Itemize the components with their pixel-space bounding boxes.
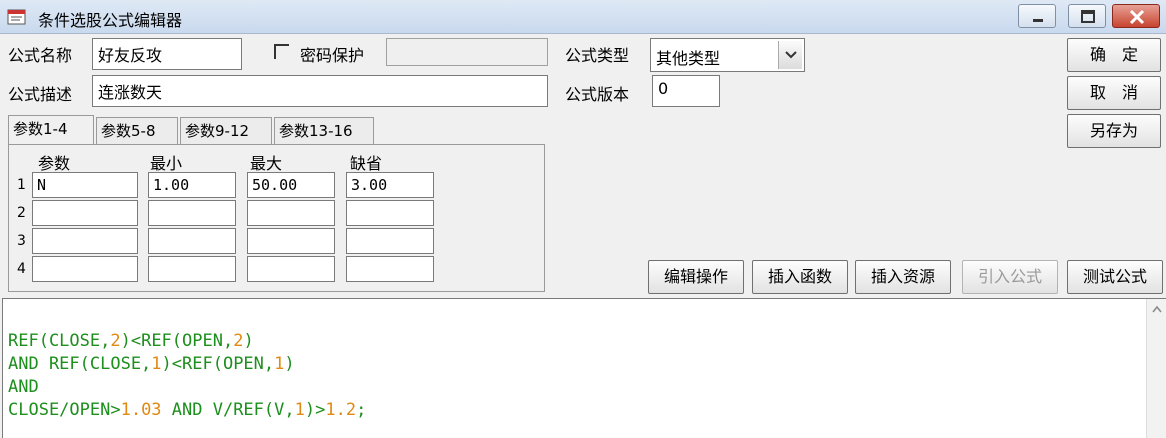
formula-name-input[interactable]: 好友反攻 <box>92 38 242 70</box>
param-header-min: 最小 <box>150 154 183 173</box>
tab-params-13-16[interactable]: 参数13-16 <box>274 117 374 145</box>
param-name-input[interactable] <box>32 200 138 226</box>
formula-type-value: 其他类型 <box>656 49 721 68</box>
param-min-input[interactable] <box>148 228 236 254</box>
tab-params-5-8[interactable]: 参数5-8 <box>96 117 178 145</box>
param-default-input[interactable]: 3.00 <box>346 172 434 198</box>
title-bar: 条件选股公式编辑器 <box>0 0 1166 34</box>
param-max-input[interactable] <box>247 200 335 226</box>
param-header-max: 最大 <box>250 154 283 173</box>
cancel-button[interactable]: 取 消 <box>1067 76 1161 110</box>
import-formula-button[interactable]: 引入公式 <box>962 260 1058 294</box>
param-default-input[interactable] <box>346 228 434 254</box>
close-icon <box>1129 9 1145 25</box>
formula-version-label: 公式版本 <box>565 85 630 104</box>
param-max-input[interactable] <box>247 256 335 282</box>
password-input[interactable] <box>386 38 548 66</box>
edit-operation-button[interactable]: 编辑操作 <box>648 260 744 294</box>
formula-desc-label: 公式描述 <box>8 85 73 104</box>
minimize-icon <box>1033 19 1043 22</box>
code-line: CLOSE/OPEN>1.03 AND V/REF(V,1)>1.2; <box>8 400 367 420</box>
password-label: 密码保护 <box>300 46 365 65</box>
param-min-input[interactable] <box>148 200 236 226</box>
window-title: 条件选股公式编辑器 <box>38 11 183 30</box>
code-line: AND <box>8 377 39 397</box>
save-as-button[interactable]: 另存为 <box>1067 114 1161 148</box>
scroll-up-icon <box>1152 305 1162 313</box>
param-name-input[interactable] <box>32 256 138 282</box>
editor-scrollbar[interactable] <box>1146 299 1166 438</box>
maximize-icon <box>1081 10 1095 23</box>
formula-desc-input[interactable]: 连涨数天 <box>92 75 548 107</box>
param-name-input[interactable]: N <box>32 172 138 198</box>
param-max-input[interactable] <box>247 228 335 254</box>
formula-name-label: 公式名称 <box>8 46 73 65</box>
insert-function-button[interactable]: 插入函数 <box>752 260 848 294</box>
param-row-number: 4 <box>17 261 26 277</box>
param-min-input[interactable] <box>148 256 236 282</box>
param-row-number: 2 <box>17 205 26 221</box>
password-checkbox[interactable] <box>274 44 290 60</box>
close-button[interactable] <box>1112 4 1160 28</box>
param-max-input[interactable]: 50.00 <box>247 172 335 198</box>
param-default-input[interactable] <box>346 256 434 282</box>
test-formula-button[interactable]: 测试公式 <box>1067 260 1163 294</box>
param-row-number: 1 <box>17 177 26 193</box>
tab-params-9-12[interactable]: 参数9-12 <box>180 117 272 145</box>
tab-params-1-4[interactable]: 参数1-4 <box>8 115 94 146</box>
code-line: REF(CLOSE,2)<REF(OPEN,2) <box>8 331 254 351</box>
param-header-name: 参数 <box>38 154 71 173</box>
chevron-down-icon[interactable] <box>778 41 802 69</box>
minimize-button[interactable] <box>1018 4 1056 28</box>
param-default-input[interactable] <box>346 200 434 226</box>
param-min-input[interactable]: 1.00 <box>148 172 236 198</box>
app-icon <box>7 8 27 26</box>
ok-button[interactable]: 确 定 <box>1067 38 1161 72</box>
code-line: AND REF(CLOSE,1)<REF(OPEN,1) <box>8 354 295 374</box>
formula-type-label: 公式类型 <box>565 46 630 65</box>
formula-version-input[interactable]: 0 <box>652 75 720 107</box>
insert-resource-button[interactable]: 插入资源 <box>855 260 951 294</box>
formula-type-select[interactable]: 其他类型 <box>650 38 805 72</box>
param-header-default: 缺省 <box>350 154 383 173</box>
formula-code: REF(CLOSE,2)<REF(OPEN,2) AND REF(CLOSE,1… <box>8 330 366 422</box>
param-row-number: 3 <box>17 233 26 249</box>
maximize-button[interactable] <box>1068 4 1106 28</box>
param-name-input[interactable] <box>32 228 138 254</box>
